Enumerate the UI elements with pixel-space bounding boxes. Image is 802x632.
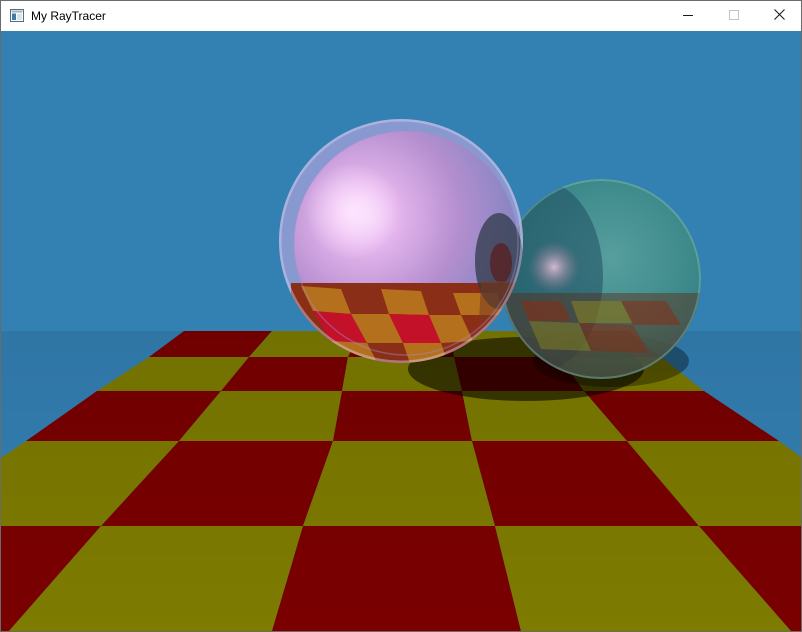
- minimize-button[interactable]: [665, 1, 711, 31]
- minimize-icon: [683, 7, 693, 25]
- checker-floor: [1, 331, 801, 631]
- maximize-icon: [729, 7, 739, 25]
- window-title: My RayTracer: [31, 9, 106, 23]
- raytracer-window: My RayTracer: [0, 0, 802, 632]
- maximize-button[interactable]: [711, 1, 757, 31]
- title-bar[interactable]: My RayTracer: [1, 1, 801, 31]
- app-window-icon: [10, 9, 24, 22]
- close-button[interactable]: [756, 1, 801, 31]
- render-canvas[interactable]: [1, 31, 801, 631]
- close-icon: [773, 7, 785, 25]
- rendered-scene: [1, 31, 801, 631]
